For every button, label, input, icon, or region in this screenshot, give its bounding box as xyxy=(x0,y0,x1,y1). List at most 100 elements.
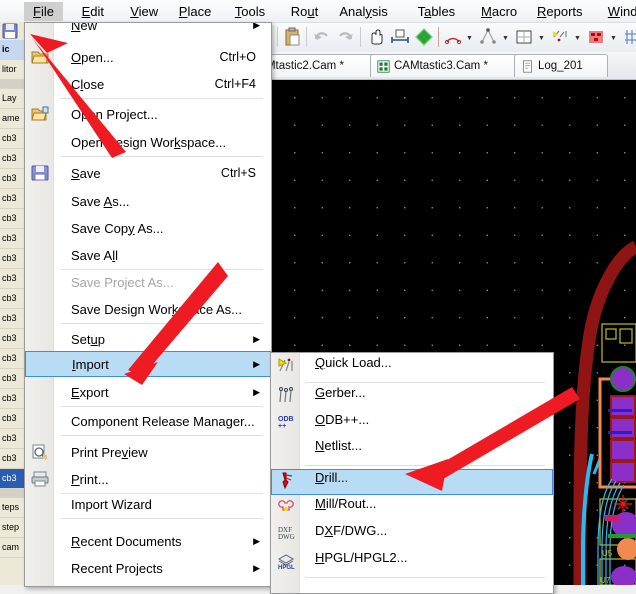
left-panel-row[interactable]: teps xyxy=(0,498,25,518)
left-panel-row[interactable]: ic xyxy=(0,40,25,60)
left-panel-row[interactable]: cam xyxy=(0,538,25,558)
import-submenu-popup[interactable]: Quick Load... Gerber...ODB++ODB++...Netli… xyxy=(270,352,554,594)
menu-tables[interactable]: Tables xyxy=(409,2,465,21)
left-panel-row[interactable]: cb3 xyxy=(0,329,25,349)
menu-reports[interactable]: Reports xyxy=(528,2,592,21)
left-panel-row[interactable]: cb3 xyxy=(0,389,25,409)
left-panel-row[interactable]: cb3 xyxy=(0,249,25,269)
left-panel-row[interactable]: cb3 xyxy=(0,149,25,169)
menu-separator xyxy=(61,323,263,324)
via-tool-icon[interactable] xyxy=(550,27,570,47)
import-submenu-item-mill-rout[interactable]: Mill/Rout... xyxy=(272,496,552,522)
redo-icon[interactable] xyxy=(336,27,356,47)
panel-save-icon[interactable] xyxy=(2,23,18,39)
file-menu-item-open-project[interactable]: Open Project... xyxy=(26,101,270,127)
file-menu-item-recent-projects[interactable]: Recent Projects▶ xyxy=(26,555,270,581)
file-menu-item-save-design-workspace-as[interactable]: Save Design Workspace As... xyxy=(26,296,270,322)
quick-load-icon xyxy=(276,355,296,375)
file-menu-item-recent-documents[interactable]: Recent Documents▶ xyxy=(26,528,270,554)
left-panel-row[interactable]: cb3 xyxy=(0,209,25,229)
menu-window[interactable]: Window xyxy=(599,2,636,21)
net-dropdown-arrow[interactable]: ▼ xyxy=(502,35,509,42)
left-panel-row[interactable]: step xyxy=(0,518,25,538)
import-submenu-item-hpgl-hpgl2[interactable]: HPGLHPGL/HPGL2... xyxy=(272,550,552,576)
import-submenu-item-netlist[interactable]: Netlist... xyxy=(272,438,552,464)
menu-analysis[interactable]: Analysis xyxy=(330,2,396,21)
left-panel-row[interactable]: cb3 xyxy=(0,189,25,209)
file-menu-item-close[interactable]: CloseCtrl+F4 xyxy=(26,71,270,97)
file-menu-item-label: Save Design Workspace As... xyxy=(71,302,242,317)
left-panel-row[interactable] xyxy=(0,489,25,498)
file-menu-item-open-design-workspace[interactable]: Open Design Workspace... xyxy=(26,129,270,155)
left-panel-row[interactable]: cb3 xyxy=(0,349,25,369)
polygon-tool-icon[interactable] xyxy=(514,27,534,47)
menu-file[interactable]: File xyxy=(24,2,63,21)
left-dock-panel[interactable]: iclitorLayamecb3cb3cb3cb3cb3cb3cb3cb3cb3… xyxy=(0,22,26,585)
import-submenu-item-dxf-dwg[interactable]: DXFDWGDXF/DWG... xyxy=(272,523,552,549)
cam-doc-icon xyxy=(377,60,390,73)
menu-view[interactable]: View xyxy=(121,2,167,21)
file-menu-item-label: Save Copy As... xyxy=(71,221,164,236)
left-panel-row[interactable]: cb3 xyxy=(0,449,25,469)
left-panel-row[interactable]: ame xyxy=(0,109,25,129)
left-panel-row[interactable]: cb3 xyxy=(0,229,25,249)
net-tool-icon[interactable] xyxy=(478,27,498,47)
measure-icon[interactable] xyxy=(390,27,410,47)
left-panel-row[interactable]: litor xyxy=(0,60,25,80)
pan-hand-icon[interactable] xyxy=(366,27,386,47)
left-panel-row[interactable]: cb3 xyxy=(0,409,25,429)
file-menu-item-setup[interactable]: Setup▶ xyxy=(26,326,270,352)
import-submenu-item-drill[interactable]: Drill... xyxy=(271,469,553,495)
file-menu-item-label: New xyxy=(71,22,97,33)
left-panel-row[interactable]: cb3 xyxy=(0,289,25,309)
arc-tool-icon[interactable] xyxy=(443,27,463,47)
file-menu-item-save-all[interactable]: Save All xyxy=(26,242,270,268)
file-menu-item-open[interactable]: Open...Ctrl+O xyxy=(26,44,270,70)
left-panel-row[interactable]: cb3 xyxy=(0,369,25,389)
import-submenu-item-odb[interactable]: ODB++ODB++... xyxy=(272,412,552,438)
grid-icon[interactable] xyxy=(622,27,636,47)
via-dropdown-arrow[interactable]: ▼ xyxy=(574,35,581,42)
menu-edit[interactable]: Edit xyxy=(73,2,113,21)
import-submenu-item-gerber[interactable]: Gerber... xyxy=(272,385,552,411)
file-menu-item-save[interactable]: Save Ctrl+S xyxy=(26,160,270,186)
pad-dropdown-arrow[interactable]: ▼ xyxy=(610,35,617,42)
file-menu-item-save-copy-as[interactable]: Save Copy As... xyxy=(26,215,270,241)
document-tab[interactable]: Log_201 xyxy=(514,54,608,77)
left-panel-row[interactable]: cb3 xyxy=(0,309,25,329)
file-menu-popup[interactable]: New▶ Open...Ctrl+OCloseCtrl+F4 Open Projec… xyxy=(24,22,272,587)
polygon-dropdown-arrow[interactable]: ▼ xyxy=(538,35,545,42)
file-menu-item-label: Save xyxy=(71,166,101,181)
file-menu-item-print-preview[interactable]: Print Preview xyxy=(26,439,270,465)
import-submenu-item-quick-load[interactable]: Quick Load... xyxy=(272,355,552,381)
file-menu-item-import[interactable]: Import▶ xyxy=(25,351,271,377)
menu-macro[interactable]: Macro xyxy=(472,2,526,21)
left-panel-row[interactable]: cb3 xyxy=(0,269,25,289)
file-menu-item-import-wizard[interactable]: Import Wizard xyxy=(26,491,270,517)
left-panel-row[interactable]: cb3 xyxy=(0,429,25,449)
left-panel-row[interactable] xyxy=(0,80,25,89)
left-panel-row[interactable]: Lay xyxy=(0,89,25,109)
menu-rout[interactable]: Rout xyxy=(282,2,327,21)
arc-dropdown-arrow[interactable]: ▼ xyxy=(466,35,473,42)
cube-3d-icon[interactable] xyxy=(414,27,434,47)
left-panel-row[interactable]: cb3 xyxy=(0,129,25,149)
undo-icon[interactable] xyxy=(311,27,331,47)
file-menu-item-save-as[interactable]: Save As... xyxy=(26,188,270,214)
file-menu-item-label: Open... xyxy=(71,50,114,65)
file-menu-item-print[interactable]: Print... xyxy=(26,466,270,492)
file-menu-item-shortcut: Ctrl+S xyxy=(221,166,256,180)
pad-tool-icon[interactable] xyxy=(586,27,606,47)
left-panel-row[interactable]: cb3 xyxy=(0,469,25,489)
document-tab[interactable]: CAMtastic3.Cam * xyxy=(370,54,532,77)
file-menu-item-new[interactable]: New▶ xyxy=(26,22,270,38)
menu-bar[interactable]: File Edit ViewPlace Tools RoutAnalysis Tables… xyxy=(0,0,636,23)
menu-tools[interactable]: Tools xyxy=(226,2,274,21)
left-panel-row[interactable]: cb3 xyxy=(0,169,25,189)
file-menu-item-component-release-manager[interactable]: Component Release Manager... xyxy=(26,408,270,434)
paste-icon[interactable] xyxy=(282,27,302,47)
menu-place[interactable]: Place xyxy=(170,2,221,21)
file-menu-item-export[interactable]: Export▶ xyxy=(26,379,270,405)
import-submenu-item-label: Mill/Rout... xyxy=(315,496,376,511)
file-menu-item-label: Open Project... xyxy=(71,107,158,122)
